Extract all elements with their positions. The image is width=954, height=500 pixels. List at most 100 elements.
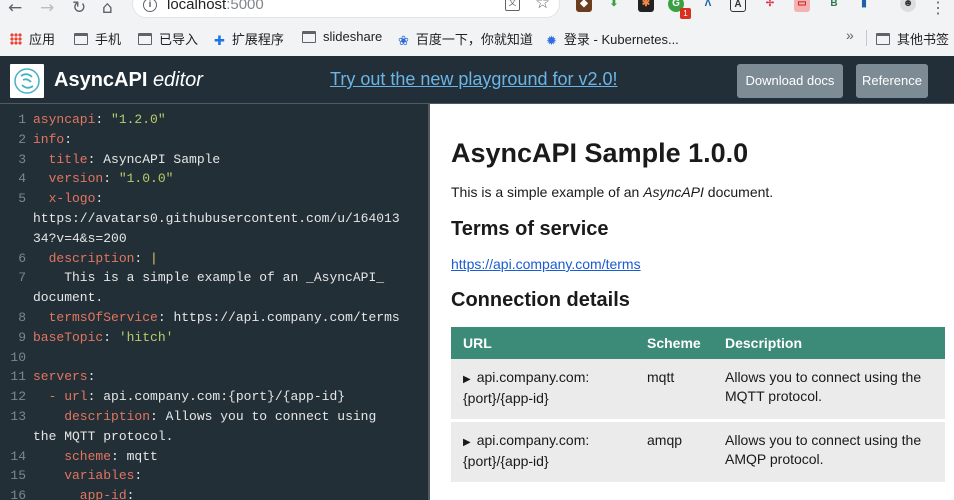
home-icon[interactable]: ⌂ (102, 0, 113, 18)
code-line[interactable]: 1 asyncapi: "1.2.0" (0, 112, 430, 132)
bookmark-label: 其他书签 (897, 32, 950, 47)
code-line[interactable]: 3 title: AsyncAPI Sample (0, 152, 430, 172)
code-line[interactable]: document. (0, 290, 430, 310)
extension-pdf-icon[interactable]: ▭ (794, 0, 810, 12)
bookmarks-bar: 应用 手机 已导入 ✚ 扩展程序 slideshare ❀ 百度一下，你就知道 ✹ 登… (0, 26, 954, 50)
url-cell[interactable]: ▶ api.company.com: {port}/{app-id} (463, 431, 589, 471)
url-cell[interactable]: ▶ api.company.com: {port}/{app-id} (463, 368, 589, 408)
yaml-value: "1.2.0" (111, 112, 166, 127)
folder-icon (138, 32, 152, 45)
yaml-key: servers (33, 369, 88, 385)
yaml-separator: : (95, 112, 112, 127)
docs-preview: AsyncAPI Sample 1.0.0 This is a simple e… (432, 104, 954, 500)
code-line[interactable]: 8 termsOfService: https://api.company.co… (0, 310, 430, 330)
code-text: title: AsyncAPI Sample (33, 152, 221, 167)
code-line[interactable]: 9 baseTopic: 'hitch' (0, 330, 430, 350)
bookmark-star-icon[interactable]: ☆ (535, 0, 550, 13)
extension-page-icon[interactable]: ▮ (856, 0, 872, 12)
bookmark-extensions[interactable]: ✚ 扩展程序 (214, 29, 284, 48)
translate-icon[interactable]: 文 (505, 0, 520, 11)
line-number: 15 (10, 468, 26, 484)
menu-kebab-icon[interactable]: ⋮ (930, 0, 946, 18)
extension-pinwheel-icon[interactable]: ✢ (762, 0, 778, 12)
extension-text-icon[interactable]: A (730, 0, 746, 12)
yaml-key: version (33, 171, 104, 187)
code-line[interactable]: 7 This is a simple example of an _AsyncA… (0, 270, 430, 290)
back-arrow-icon[interactable]: ← (8, 0, 22, 18)
bookmark-baidu[interactable]: ❀ 百度一下，你就知道 (398, 29, 533, 48)
line-number: 13 (10, 409, 26, 424)
bookmark-phone[interactable]: 手机 (74, 29, 121, 48)
bookmark-label: 百度一下，你就知道 (415, 32, 533, 47)
code-line[interactable]: 10 (0, 350, 430, 370)
code-line[interactable]: 16 app-id: (0, 488, 430, 500)
doc-desc-text: This is a simple example of an (451, 184, 644, 200)
code-text: description: | (33, 251, 158, 266)
bookmark-other[interactable]: 其他书签 (876, 29, 949, 48)
url-text: api.company.com: (476, 432, 590, 448)
download-docs-button[interactable]: Download docs (737, 64, 843, 98)
profile-avatar-icon[interactable]: ☻ (900, 0, 916, 12)
extension-a-icon[interactable]: Λ (700, 0, 716, 12)
extension-diamond-icon[interactable]: ◆ (576, 0, 592, 12)
table-header: URL Scheme Description (451, 327, 945, 359)
bookmark-label: 登录 - Kubernetes... (563, 32, 679, 47)
yaml-value: 'hitch' (118, 329, 174, 345)
code-text: 34?v=4&s=200 (33, 231, 127, 246)
yaml-value: document. (33, 290, 104, 306)
expand-triangle-icon[interactable]: ▶ (463, 374, 471, 385)
code-line[interactable]: 4 version: "1.0.0" (0, 171, 430, 191)
address-bar[interactable]: i localhost:5000 文 ☆ (132, 0, 560, 18)
folder-icon (302, 30, 316, 43)
playground-link[interactable]: Try out the new playground for v2.0! (330, 69, 618, 90)
reload-icon[interactable]: ↻ (72, 0, 86, 18)
site-info-icon[interactable]: i (143, 0, 157, 12)
description-cell: Allows you to connect using the AMQP prot… (725, 431, 921, 469)
code-text: variables: (33, 468, 142, 483)
code-line[interactable]: 6 description: | (0, 251, 430, 271)
bookmarks-divider (866, 30, 867, 46)
header-scheme: Scheme (647, 335, 701, 351)
code-line[interactable]: 12 - url: api.company.com:{port}/{app-id… (0, 389, 430, 409)
bookmark-kubernetes[interactable]: ✹ 登录 - Kubernetes... (546, 29, 679, 48)
code-line[interactable]: 34?v=4&s=200 (0, 231, 430, 251)
code-line[interactable]: 14 scheme: mqtt (0, 449, 430, 469)
yaml-value: 34?v=4&s=200 (33, 230, 127, 246)
code-line[interactable]: 11 servers: (0, 369, 430, 389)
yaml-separator: : (87, 389, 104, 405)
code-line[interactable]: 13 description: Allows you to connect us… (0, 409, 430, 429)
bookmark-apps[interactable]: 应用 (10, 29, 55, 48)
code-text: This is a simple example of an _AsyncAPI… (33, 270, 384, 285)
line-number: 6 (18, 250, 26, 266)
reference-button[interactable]: Reference (856, 64, 928, 98)
yaml-separator: : (134, 468, 143, 484)
doc-desc-emphasis: AsyncAPI (643, 184, 704, 200)
extension-color-icon[interactable]: ✱ (638, 0, 654, 12)
code-text: app-id: (33, 488, 135, 500)
bookmark-label: slideshare (323, 29, 383, 44)
yaml-separator: : (150, 409, 166, 424)
code-line[interactable]: 15 variables: (0, 468, 430, 488)
code-line[interactable]: 5 x-logo: (0, 191, 430, 211)
code-line[interactable]: 2 info: (0, 132, 430, 152)
url-text: api.company.com: (476, 369, 590, 385)
description-text: Allows you to connect using the (725, 432, 922, 448)
code-line[interactable]: the MQTT protocol. (0, 429, 430, 449)
extension-b-icon[interactable]: B (826, 0, 842, 12)
terms-link[interactable]: https://api.company.com/terms (451, 256, 641, 272)
extension-download-icon[interactable]: ⬇ (606, 0, 622, 12)
bookmarks-overflow-icon[interactable]: » (846, 27, 854, 43)
expand-triangle-icon[interactable]: ▶ (463, 437, 471, 448)
line-number: 9 (18, 329, 26, 345)
scheme-cell: amqp (647, 432, 683, 448)
bookmark-imported[interactable]: 已导入 (138, 29, 198, 48)
forward-arrow-icon[interactable]: → (40, 0, 54, 18)
bookmark-slideshare[interactable]: slideshare (302, 29, 382, 44)
description-text: AMQP protocol. (725, 451, 824, 467)
servers-table: URL Scheme Description ▶ api.company.com:… (451, 327, 945, 485)
yaml-separator: : (64, 131, 73, 147)
url-text[interactable]: localhost:5000 (167, 0, 264, 13)
yaml-editor[interactable]: 1 asyncapi: "1.2.0" 2 info: 3 title: AsyncAP… (0, 104, 430, 500)
code-line[interactable]: https://avatars0.githubusercontent.com/u… (0, 211, 430, 231)
code-text: the MQTT protocol. (33, 429, 173, 444)
